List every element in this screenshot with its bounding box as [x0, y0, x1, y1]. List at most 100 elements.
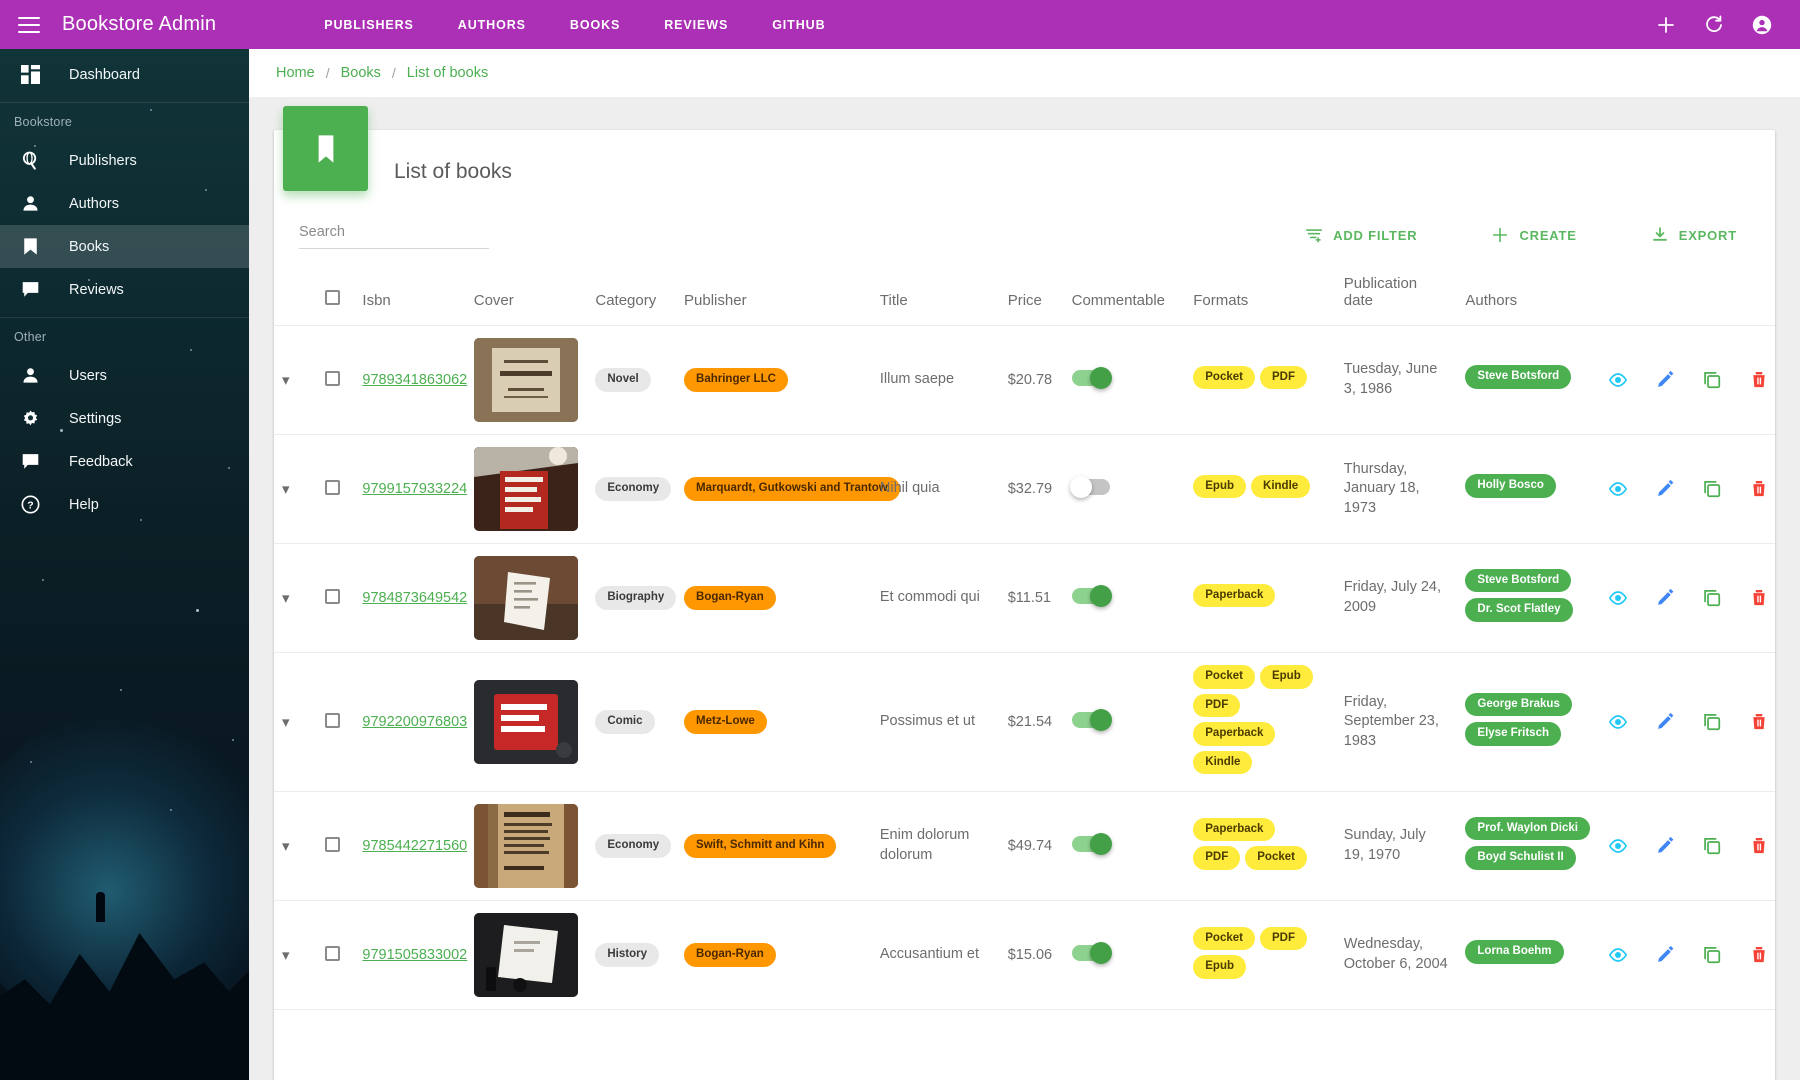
- publisher-badge[interactable]: Bogan-Ryan: [684, 586, 776, 610]
- row-checkbox[interactable]: [325, 836, 341, 852]
- delete-icon[interactable]: [1749, 370, 1769, 390]
- delete-icon[interactable]: [1749, 712, 1769, 732]
- isbn-link[interactable]: 9784873649542: [362, 590, 467, 606]
- view-icon[interactable]: [1608, 945, 1628, 965]
- row-checkbox[interactable]: [325, 588, 341, 604]
- sidebar-item-feedback[interactable]: Feedback: [0, 440, 249, 483]
- delete-icon[interactable]: [1749, 836, 1769, 856]
- th-publisher[interactable]: Publisher: [676, 265, 872, 326]
- isbn-link[interactable]: 9799157933224: [362, 481, 467, 497]
- sidebar-item-dashboard[interactable]: Dashboard: [0, 53, 249, 96]
- commentable-toggle[interactable]: [1071, 367, 1112, 389]
- breadcrumb-list-of-books[interactable]: List of books: [407, 65, 488, 81]
- top-nav-github[interactable]: GITHUB: [750, 18, 847, 32]
- th-publication-date[interactable]: Publication date: [1335, 265, 1458, 326]
- edit-icon[interactable]: [1655, 712, 1675, 732]
- row-checkbox[interactable]: [325, 945, 341, 961]
- clone-icon[interactable]: [1702, 370, 1722, 390]
- commentable-toggle[interactable]: [1071, 942, 1112, 964]
- export-button[interactable]: EXPORT: [1651, 226, 1737, 244]
- th-category[interactable]: Category: [587, 265, 677, 326]
- edit-icon[interactable]: [1655, 479, 1675, 499]
- publisher-badge[interactable]: Metz-Lowe: [684, 710, 767, 734]
- search-input[interactable]: [299, 222, 489, 249]
- clone-icon[interactable]: [1702, 588, 1722, 608]
- sidebar-item-publishers[interactable]: Publishers: [0, 139, 249, 182]
- edit-icon[interactable]: [1655, 370, 1675, 390]
- author-badge[interactable]: George Brakus: [1465, 692, 1572, 716]
- sidebar-item-settings[interactable]: Settings: [0, 397, 249, 440]
- delete-icon[interactable]: [1749, 588, 1769, 608]
- top-nav-publishers[interactable]: PUBLISHERS: [302, 18, 436, 32]
- edit-icon[interactable]: [1655, 588, 1675, 608]
- chevron-down-icon[interactable]: ▾: [282, 946, 290, 964]
- clone-icon[interactable]: [1702, 836, 1722, 856]
- commentable-toggle[interactable]: [1071, 709, 1112, 731]
- edit-icon[interactable]: [1655, 836, 1675, 856]
- row-checkbox[interactable]: [325, 370, 341, 386]
- commentable-toggle[interactable]: [1071, 585, 1112, 607]
- author-badge[interactable]: Elyse Fritsch: [1465, 722, 1561, 746]
- delete-icon[interactable]: [1749, 479, 1769, 499]
- view-icon[interactable]: [1608, 836, 1628, 856]
- publisher-badge[interactable]: Marquardt, Gutkowski and Trantow: [684, 477, 900, 501]
- clone-icon[interactable]: [1702, 479, 1722, 499]
- account-icon[interactable]: [1750, 13, 1774, 37]
- hamburger-icon[interactable]: [18, 16, 40, 33]
- author-badge[interactable]: Steve Botsford: [1465, 568, 1572, 592]
- chevron-down-icon[interactable]: ▾: [282, 713, 290, 731]
- chevron-down-icon[interactable]: ▾: [282, 589, 290, 607]
- edit-icon[interactable]: [1655, 945, 1675, 965]
- author-badge[interactable]: Prof. Waylon Dicki: [1465, 816, 1590, 840]
- select-all-checkbox[interactable]: [325, 290, 341, 305]
- th-formats[interactable]: Formats: [1185, 265, 1336, 326]
- chevron-down-icon[interactable]: ▾: [282, 371, 290, 389]
- publisher-badge[interactable]: Bahringer LLC: [684, 368, 788, 392]
- isbn-link[interactable]: 9791505833002: [362, 947, 467, 963]
- breadcrumb-home[interactable]: Home: [276, 65, 315, 81]
- publisher-badge[interactable]: Bogan-Ryan: [684, 943, 776, 967]
- refresh-icon[interactable]: [1702, 13, 1726, 37]
- sidebar-item-authors[interactable]: Authors: [0, 182, 249, 225]
- chevron-down-icon[interactable]: ▾: [282, 480, 290, 498]
- author-badge[interactable]: Boyd Schulist II: [1465, 846, 1576, 870]
- th-isbn[interactable]: Isbn: [354, 265, 466, 326]
- author-badge[interactable]: Dr. Scot Flatley: [1465, 598, 1573, 622]
- top-nav-reviews[interactable]: REVIEWS: [642, 18, 750, 32]
- add-icon[interactable]: [1654, 13, 1678, 37]
- th-price[interactable]: Price: [999, 265, 1064, 326]
- sidebar-item-books[interactable]: Books: [0, 225, 249, 268]
- view-icon[interactable]: [1608, 588, 1628, 608]
- publisher-badge[interactable]: Swift, Schmitt and Kihn: [684, 834, 837, 858]
- th-cover[interactable]: Cover: [465, 265, 588, 326]
- top-nav-books[interactable]: BOOKS: [548, 18, 642, 32]
- commentable-toggle[interactable]: [1071, 833, 1112, 855]
- row-checkbox[interactable]: [325, 479, 341, 495]
- view-icon[interactable]: [1608, 370, 1628, 390]
- sidebar-item-reviews[interactable]: Reviews: [0, 268, 249, 311]
- isbn-link[interactable]: 9789341863062: [362, 372, 467, 388]
- author-badge[interactable]: Lorna Boehm: [1465, 940, 1564, 964]
- th-authors[interactable]: Authors: [1457, 265, 1600, 326]
- delete-icon[interactable]: [1749, 945, 1769, 965]
- author-badge[interactable]: Steve Botsford: [1465, 365, 1572, 389]
- breadcrumb-books[interactable]: Books: [341, 65, 381, 81]
- clone-icon[interactable]: [1702, 712, 1722, 732]
- isbn-link[interactable]: 9785442271560: [362, 838, 467, 854]
- clone-icon[interactable]: [1702, 945, 1722, 965]
- create-button[interactable]: CREATE: [1491, 226, 1576, 244]
- sidebar-item-help[interactable]: ? Help: [0, 483, 249, 526]
- th-commentable[interactable]: Commentable: [1063, 265, 1186, 326]
- commentable-toggle[interactable]: [1069, 476, 1110, 498]
- chevron-down-icon[interactable]: ▾: [282, 837, 290, 855]
- top-nav-authors[interactable]: AUTHORS: [436, 18, 548, 32]
- sidebar-item-users[interactable]: Users: [0, 354, 249, 397]
- isbn-link[interactable]: 9792200976803: [362, 714, 467, 730]
- view-icon[interactable]: [1608, 479, 1628, 499]
- add-filter-button[interactable]: ADD FILTER: [1305, 226, 1417, 244]
- author-badge[interactable]: Holly Bosco: [1465, 474, 1556, 498]
- th-title[interactable]: Title: [871, 265, 1000, 326]
- row-checkbox[interactable]: [325, 712, 341, 728]
- sidebar-label: Publishers: [69, 152, 137, 169]
- view-icon[interactable]: [1608, 712, 1628, 732]
